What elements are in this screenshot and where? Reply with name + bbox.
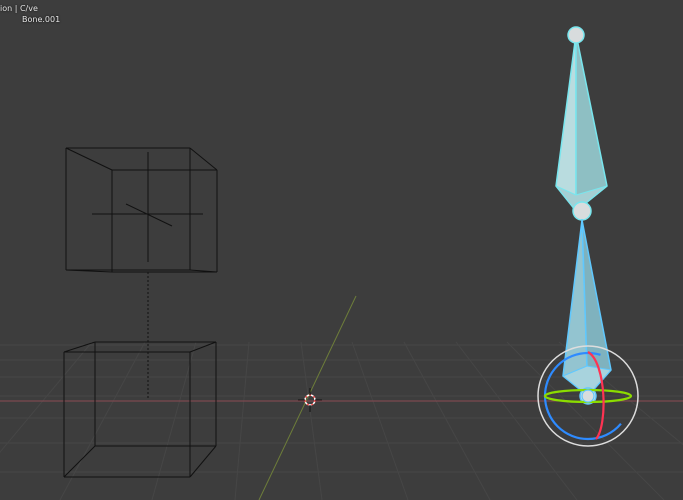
lower-wireframe-cube[interactable] (63, 341, 217, 478)
3d-viewport[interactable]: ion | C/ve Bone.001 (0, 0, 683, 500)
bone-upper[interactable] (555, 26, 608, 221)
y-axis-line (258, 295, 357, 500)
3d-cursor-icon[interactable] (298, 388, 322, 412)
bone-lower-active[interactable] (562, 219, 612, 405)
upper-wireframe-cube[interactable] (65, 147, 218, 273)
active-object-name: Bone.001 (22, 15, 61, 24)
viewport-mode-text: ion | C/ve (0, 4, 38, 13)
viewport-canvas[interactable] (0, 0, 683, 500)
